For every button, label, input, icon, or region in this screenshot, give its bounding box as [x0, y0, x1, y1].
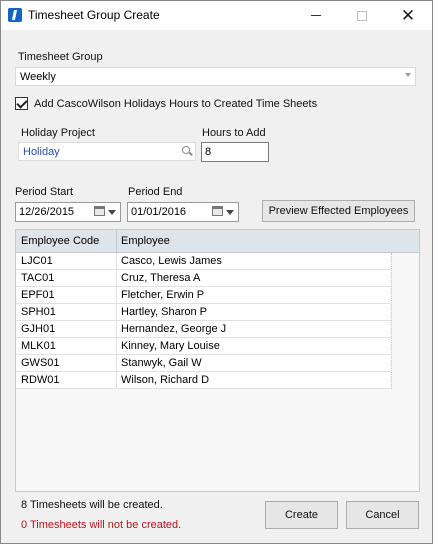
employee-code-cell: RDW01 [21, 374, 60, 386]
timesheet-group-label: Timesheet Group [18, 51, 103, 63]
cell-divider [116, 355, 117, 372]
chevron-down-icon[interactable] [226, 210, 234, 215]
minimize-button[interactable] [293, 1, 339, 30]
employee-grid: Employee Code Employee LJC01 Casco, Lewi… [15, 229, 420, 492]
cell-divider [116, 253, 117, 270]
cell-divider [116, 304, 117, 321]
table-row[interactable]: MLK01 Kinney, Mary Louise [16, 338, 391, 355]
calendar-icon[interactable] [212, 206, 223, 216]
dialog-window: Timesheet Group Create ✕ Timesheet Group… [0, 0, 433, 544]
employee-code-cell: LJC01 [21, 255, 53, 267]
employee-name-cell: Stanwyk, Gail W [121, 357, 202, 369]
holidays-checkbox-label: Add CascoWilson Holidays Hours to Create… [34, 98, 318, 110]
holiday-project-value: Holiday [23, 146, 60, 158]
employee-name-cell: Wilson, Richard D [121, 374, 210, 386]
preview-employees-button[interactable]: Preview Effected Employees [262, 200, 415, 222]
title-bar[interactable]: Timesheet Group Create ✕ [1, 1, 432, 30]
table-row[interactable]: EPF01 Fletcher, Erwin P [16, 287, 391, 304]
cell-divider [116, 372, 117, 389]
window-title: Timesheet Group Create [28, 8, 160, 22]
hours-to-add-value: 8 [205, 146, 212, 158]
grid-row-edge [391, 253, 392, 389]
period-start-picker[interactable]: 12/26/2015 [15, 202, 121, 222]
period-end-label: Period End [128, 186, 183, 198]
chevron-down-icon[interactable] [108, 210, 116, 215]
calendar-icon[interactable] [94, 206, 105, 216]
period-start-value: 12/26/2015 [19, 206, 75, 218]
app-logo-icon [8, 8, 22, 22]
create-button[interactable]: Create [265, 501, 338, 529]
holiday-project-field[interactable]: Holiday [18, 142, 196, 161]
timesheet-group-value: Weekly [20, 71, 56, 83]
employee-code-cell: EPF01 [21, 289, 55, 301]
period-end-picker[interactable]: 01/01/2016 [127, 202, 239, 222]
close-button[interactable]: ✕ [385, 1, 431, 30]
grid-header: Employee Code Employee [16, 230, 419, 253]
table-row[interactable]: RDW01 Wilson, Richard D [16, 372, 391, 389]
close-icon: ✕ [400, 5, 416, 25]
employee-name-cell: Cruz, Theresa A [121, 272, 201, 284]
maximize-button [339, 1, 385, 30]
column-header-employee[interactable]: Employee [121, 235, 170, 247]
employee-name-cell: Hernandez, George J [121, 323, 227, 335]
table-row[interactable]: GWS01 Stanwyk, Gail W [16, 355, 391, 372]
employee-code-cell: GWS01 [21, 357, 60, 369]
table-row[interactable]: GJH01 Hernandez, George J [16, 321, 391, 338]
created-count-text: 8 Timesheets will be created. [21, 499, 163, 511]
holiday-project-label: Holiday Project [21, 127, 95, 139]
hours-to-add-label: Hours to Add [202, 127, 266, 139]
employee-name-cell: Hartley, Sharon P [121, 306, 208, 318]
employee-name-cell: Kinney, Mary Louise [121, 340, 220, 352]
table-row[interactable]: TAC01 Cruz, Theresa A [16, 270, 391, 287]
column-divider [116, 230, 117, 253]
table-row[interactable]: LJC01 Casco, Lewis James [16, 253, 391, 270]
period-start-label: Period Start [15, 186, 74, 198]
employee-name-cell: Casco, Lewis James [121, 255, 222, 267]
table-row[interactable]: SPH01 Hartley, Sharon P [16, 304, 391, 321]
timesheet-group-select[interactable]: Weekly [15, 67, 416, 86]
cell-divider [116, 321, 117, 338]
hours-to-add-input[interactable]: 8 [201, 142, 269, 162]
cell-divider [116, 338, 117, 355]
holidays-checkbox[interactable] [15, 97, 28, 110]
cell-divider [116, 270, 117, 287]
column-header-employee-code[interactable]: Employee Code [21, 235, 99, 247]
cancel-button[interactable]: Cancel [346, 501, 419, 529]
maximize-icon [357, 10, 367, 21]
dialog-body: Timesheet Group Weekly Add CascoWilson H… [1, 30, 432, 543]
period-end-value: 01/01/2016 [131, 206, 187, 218]
employee-code-cell: GJH01 [21, 323, 56, 335]
cell-divider [116, 287, 117, 304]
employee-name-cell: Fletcher, Erwin P [121, 289, 205, 301]
employee-code-cell: SPH01 [21, 306, 56, 318]
not-created-count-text: 0 Timesheets will not be created. [21, 519, 182, 531]
employee-code-cell: TAC01 [21, 272, 55, 284]
chevron-down-icon [405, 73, 411, 77]
search-icon[interactable] [182, 146, 190, 154]
employee-code-cell: MLK01 [21, 340, 56, 352]
minimize-icon [311, 15, 321, 16]
